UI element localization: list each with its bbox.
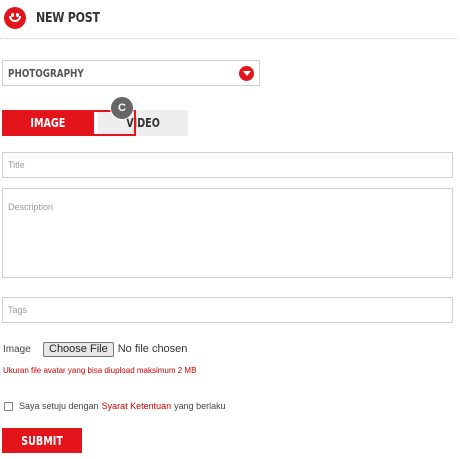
category-selected-value: PHOTOGRAPHY bbox=[8, 67, 84, 80]
image-upload-row: Image Choose File No file chosen bbox=[3, 341, 187, 357]
terms-agreement: Saya setuju dengan Syarat Ketentuan yang… bbox=[4, 401, 226, 411]
page-header: NEW POST bbox=[4, 6, 111, 30]
choose-file-button[interactable]: Choose File bbox=[43, 341, 114, 357]
submit-button[interactable]: SUBMIT bbox=[2, 428, 82, 453]
terms-checkbox[interactable] bbox=[4, 401, 13, 411]
category-select[interactable]: PHOTOGRAPHY bbox=[2, 60, 260, 86]
terms-suffix: yang berlaku bbox=[174, 401, 226, 411]
submit-label: SUBMIT bbox=[21, 433, 63, 448]
description-textarea[interactable] bbox=[3, 189, 452, 277]
upload-hint: Ukuran file avatar yang bisa diupload ma… bbox=[3, 366, 197, 375]
image-label: Image bbox=[3, 343, 31, 355]
tags-input[interactable] bbox=[3, 298, 452, 322]
tab-marker-badge: C bbox=[110, 96, 134, 120]
chevron-down-icon[interactable] bbox=[239, 66, 254, 81]
file-status: No file chosen bbox=[117, 343, 188, 355]
description-field-wrapper bbox=[2, 188, 453, 278]
page-title: NEW POST bbox=[36, 10, 100, 26]
terms-link[interactable]: Syarat Ketentuan bbox=[102, 401, 172, 411]
header-divider bbox=[0, 38, 458, 39]
terms-prefix: Saya setuju dengan bbox=[19, 401, 99, 411]
title-input[interactable] bbox=[3, 153, 452, 177]
smiley-icon bbox=[4, 7, 26, 29]
title-field-wrapper bbox=[2, 152, 453, 178]
tags-field-wrapper bbox=[2, 297, 453, 323]
